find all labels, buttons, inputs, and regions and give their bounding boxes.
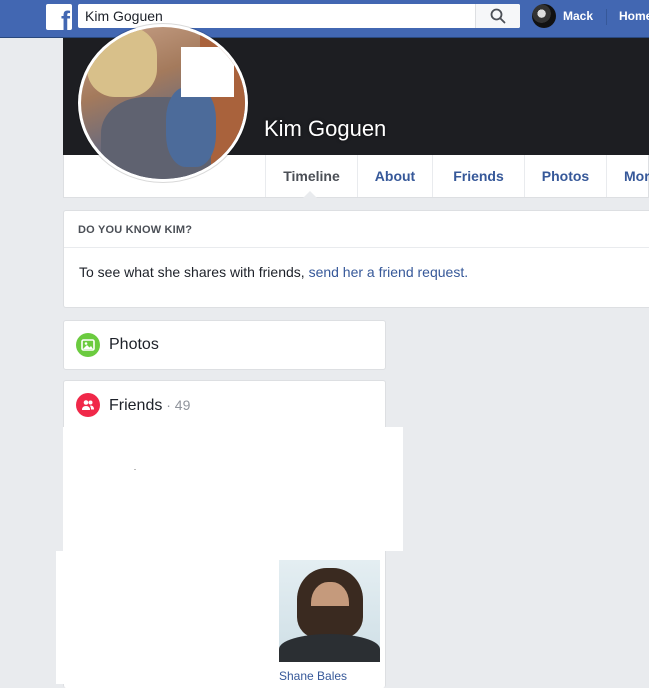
search-input[interactable] bbox=[78, 4, 475, 28]
redacted-area bbox=[63, 427, 403, 551]
search-icon bbox=[490, 8, 506, 24]
photos-card[interactable]: Photos bbox=[63, 320, 386, 370]
friend-name-link[interactable]: Shane Bales bbox=[279, 669, 347, 683]
home-link[interactable]: Home bbox=[619, 9, 649, 23]
friends-count: · 49 bbox=[162, 397, 191, 413]
photos-icon bbox=[76, 333, 100, 357]
search-button[interactable] bbox=[475, 4, 520, 28]
friends-title-link[interactable]: Friends bbox=[109, 397, 162, 414]
search-box bbox=[78, 4, 520, 28]
redacted-area bbox=[56, 551, 278, 684]
friend-request-prompt: To see what she shares with friends, sen… bbox=[79, 264, 468, 280]
active-tab-caret bbox=[303, 191, 317, 198]
friend-thumbnail[interactable] bbox=[279, 560, 380, 662]
card-title: DO YOU KNOW KIM? bbox=[78, 224, 193, 236]
divider bbox=[64, 247, 649, 248]
profile-photo bbox=[81, 27, 245, 179]
tab-about[interactable]: About bbox=[357, 155, 432, 197]
dot-mark bbox=[134, 469, 136, 470]
tab-more[interactable]: More bbox=[606, 155, 649, 197]
logo-letter: f bbox=[61, 6, 70, 31]
facebook-logo-icon[interactable]: f bbox=[46, 4, 72, 30]
tab-photos[interactable]: Photos bbox=[524, 155, 606, 197]
friends-icon bbox=[76, 393, 100, 417]
do-you-know-card: DO YOU KNOW KIM? To see what she shares … bbox=[63, 210, 649, 308]
send-friend-request-link[interactable]: send her a friend request. bbox=[309, 264, 469, 280]
friends-title: Friends · 49 bbox=[109, 397, 190, 415]
prompt-text: To see what she shares with friends, bbox=[79, 264, 309, 280]
profile-name[interactable]: Kim Goguen bbox=[264, 116, 386, 142]
tab-friends[interactable]: Friends bbox=[432, 155, 524, 197]
avatar bbox=[532, 4, 556, 28]
user-name: Mack bbox=[563, 9, 594, 23]
photos-title[interactable]: Photos bbox=[109, 336, 159, 354]
nav-divider bbox=[606, 9, 607, 25]
profile-link[interactable]: Mack bbox=[532, 4, 593, 28]
profile-picture[interactable] bbox=[78, 24, 248, 182]
